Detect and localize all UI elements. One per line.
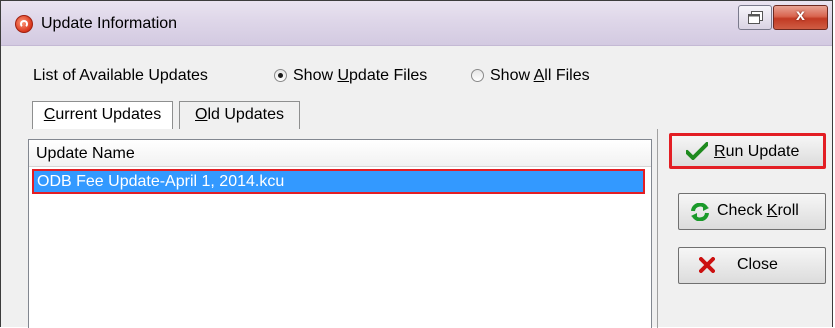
check-kroll-button[interactable]: Check Kroll xyxy=(678,193,826,230)
restore-button[interactable] xyxy=(738,5,772,30)
close-icon: x xyxy=(796,7,805,24)
available-updates-label: List of Available Updates xyxy=(33,67,208,84)
panel-divider xyxy=(657,129,658,328)
show-update-files-label[interactable]: Show Update Files xyxy=(293,67,427,85)
title-bar[interactable]: Update Information x xyxy=(1,1,832,46)
window-close-button[interactable]: x xyxy=(773,5,828,30)
refresh-icon xyxy=(691,203,709,221)
updates-list[interactable]: Update Name ODB Fee Update-April 1, 2014… xyxy=(28,139,652,328)
tab-old-updates[interactable]: Old Updates xyxy=(179,101,300,129)
restore-icon xyxy=(748,11,763,24)
show-update-files-radio[interactable] xyxy=(274,69,287,82)
column-header-update-name[interactable]: Update Name xyxy=(29,140,651,167)
x-icon xyxy=(699,257,715,273)
show-all-files-radio[interactable] xyxy=(471,69,484,82)
update-information-window: Update Information x List of Available U… xyxy=(0,0,833,328)
list-item[interactable]: ODB Fee Update-April 1, 2014.kcu xyxy=(32,169,645,194)
window-title: Update Information xyxy=(41,15,178,32)
close-button[interactable]: Close xyxy=(678,247,826,284)
tab-current-updates[interactable]: Current Updates xyxy=(32,101,173,129)
app-icon xyxy=(15,15,33,33)
run-update-button[interactable]: Run Update xyxy=(669,133,826,169)
checkmark-icon xyxy=(686,142,708,160)
show-all-files-label[interactable]: Show All Files xyxy=(490,67,590,85)
